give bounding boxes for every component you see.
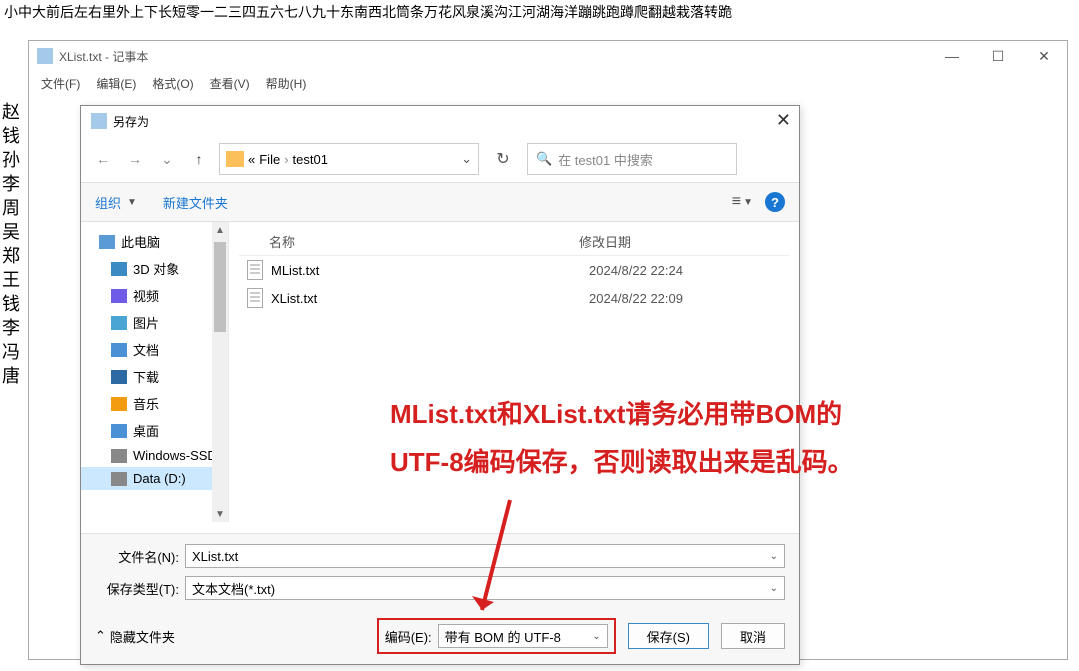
txt-file-icon xyxy=(247,260,263,280)
filetype-label: 保存类型(T): xyxy=(95,579,185,598)
nav-forward-icon[interactable]: → xyxy=(123,147,147,171)
dropdown-icon[interactable]: ⌄ xyxy=(592,631,600,642)
tree-item-pc[interactable]: 此电脑 xyxy=(81,228,228,255)
obj3d-icon xyxy=(111,262,127,276)
saveas-footer: 文件名(N): XList.txt ⌄ 保存类型(T): 文本文档(*.txt)… xyxy=(81,533,799,664)
menu-edit[interactable]: 编辑(E) xyxy=(90,73,142,94)
video-icon xyxy=(111,289,127,303)
saveas-close-button[interactable]: ✕ xyxy=(776,110,791,131)
search-placeholder: 在 test01 中搜索 xyxy=(558,150,653,169)
column-date[interactable]: 修改日期 xyxy=(579,232,789,251)
breadcrumb-sep: › xyxy=(284,152,288,167)
tree-item-windows-ssd[interactable]: Windows-SSD xyxy=(81,444,228,467)
newfolder-button[interactable]: 新建文件夹 xyxy=(163,193,228,212)
file-date: 2024/8/22 22:09 xyxy=(589,291,789,306)
annotation-arrow-icon xyxy=(470,490,530,630)
file-headers: 名称 修改日期 xyxy=(239,228,789,256)
saveas-dialog: 另存为 ✕ ← → ⌄ ↑ « File › test01 ⌄ ↻ 🔍 在 te… xyxy=(80,105,800,665)
view-mode-button[interactable]: ≡ ▼ xyxy=(732,193,753,211)
tree-scrollbar[interactable]: ▲ ▼ xyxy=(212,222,228,522)
nav-back-icon[interactable]: ← xyxy=(91,147,115,171)
scroll-thumb[interactable] xyxy=(214,242,226,332)
saveas-navbar: ← → ⌄ ↑ « File › test01 ⌄ ↻ 🔍 在 test01 中… xyxy=(81,136,799,182)
tree-item-desktop[interactable]: 桌面 xyxy=(81,417,228,444)
saveas-toolbar: 组织 ▼ 新建文件夹 ≡ ▼ ? xyxy=(81,182,799,222)
search-icon: 🔍 xyxy=(536,151,552,167)
pc-icon xyxy=(99,235,115,249)
notepad-left-text: 赵 钱 孙 李 周 吴 郑 王 钱 李 冯 唐 xyxy=(2,100,22,388)
filename-label: 文件名(N): xyxy=(95,547,185,566)
refresh-button[interactable]: ↻ xyxy=(487,143,519,175)
save-button[interactable]: 保存(S) xyxy=(628,623,709,649)
scroll-down-icon[interactable]: ▼ xyxy=(212,506,228,522)
scroll-up-icon[interactable]: ▲ xyxy=(212,222,228,238)
chevron-icon: ⌃ xyxy=(95,628,106,644)
tree-item-3d[interactable]: 3D 对象 xyxy=(81,255,228,282)
menu-file[interactable]: 文件(F) xyxy=(35,73,86,94)
column-name[interactable]: 名称 xyxy=(239,232,579,251)
menu-format[interactable]: 格式(O) xyxy=(146,73,199,94)
doc-icon xyxy=(111,343,127,357)
file-row[interactable]: MList.txt 2024/8/22 22:24 xyxy=(239,256,789,284)
saveas-titlebar: 另存为 ✕ xyxy=(81,106,799,136)
breadcrumb-part1[interactable]: File xyxy=(259,152,280,167)
cancel-button[interactable]: 取消 xyxy=(721,623,785,649)
dropdown-icon[interactable]: ⌄ xyxy=(770,551,778,562)
notepad-titlebar: XList.txt - 记事本 — ☐ ✕ xyxy=(29,41,1067,71)
breadcrumb-dropdown-icon[interactable]: ⌄ xyxy=(461,151,472,167)
file-date: 2024/8/22 22:24 xyxy=(589,263,789,278)
desktop-icon xyxy=(111,424,127,438)
tree-item-documents[interactable]: 文档 xyxy=(81,336,228,363)
breadcrumb-part2[interactable]: test01 xyxy=(293,152,328,167)
tree-item-pictures[interactable]: 图片 xyxy=(81,309,228,336)
close-button[interactable]: ✕ xyxy=(1021,41,1067,71)
maximize-button[interactable]: ☐ xyxy=(975,41,1021,71)
download-icon xyxy=(111,370,127,384)
page-header-text: 小中大前后左右里外上下长短零一二三四五六七八九十东南西北筒条万花风泉溪沟江河湖海… xyxy=(0,0,1079,24)
minimize-button[interactable]: — xyxy=(929,41,975,71)
organize-dropdown-icon[interactable]: ▼ xyxy=(127,197,137,208)
nav-up-icon[interactable]: ↑ xyxy=(187,147,211,171)
file-row[interactable]: XList.txt 2024/8/22 22:09 xyxy=(239,284,789,312)
notepad-title: XList.txt - 记事本 xyxy=(59,48,148,65)
encoding-label: 编码(E): xyxy=(385,627,432,646)
menu-help[interactable]: 帮助(H) xyxy=(260,73,313,94)
music-icon xyxy=(111,397,127,411)
search-input[interactable]: 🔍 在 test01 中搜索 xyxy=(527,143,737,175)
breadcrumb[interactable]: « File › test01 ⌄ xyxy=(219,143,479,175)
folder-tree: 此电脑 3D 对象 视频 图片 文档 下载 音乐 桌面 Windows-SSD … xyxy=(81,222,229,522)
tree-item-data-d[interactable]: Data (D:) xyxy=(81,467,228,490)
disk-icon xyxy=(111,449,127,463)
disk-icon xyxy=(111,472,127,486)
dropdown-icon[interactable]: ⌄ xyxy=(770,583,778,594)
file-name: MList.txt xyxy=(271,263,589,278)
annotation-note: MList.txt和XList.txt请务必用带BOM的 UTF-8编码保存，否… xyxy=(390,390,854,486)
nav-recent-icon[interactable]: ⌄ xyxy=(155,147,179,171)
menu-view[interactable]: 查看(V) xyxy=(204,73,256,94)
notepad-icon xyxy=(37,48,53,64)
tree-item-downloads[interactable]: 下载 xyxy=(81,363,228,390)
txt-file-icon xyxy=(247,288,263,308)
breadcrumb-prefix: « xyxy=(248,152,255,167)
notepad-menubar: 文件(F) 编辑(E) 格式(O) 查看(V) 帮助(H) xyxy=(29,71,1067,95)
organize-button[interactable]: 组织 xyxy=(95,193,121,212)
help-button[interactable]: ? xyxy=(765,192,785,212)
tree-item-music[interactable]: 音乐 xyxy=(81,390,228,417)
tree-item-video[interactable]: 视频 xyxy=(81,282,228,309)
hide-folders-toggle[interactable]: ⌃ 隐藏文件夹 xyxy=(95,627,175,646)
saveas-title: 另存为 xyxy=(113,113,149,130)
saveas-icon xyxy=(91,113,107,129)
pic-icon xyxy=(111,316,127,330)
folder-icon xyxy=(226,151,244,167)
file-name: XList.txt xyxy=(271,291,589,306)
